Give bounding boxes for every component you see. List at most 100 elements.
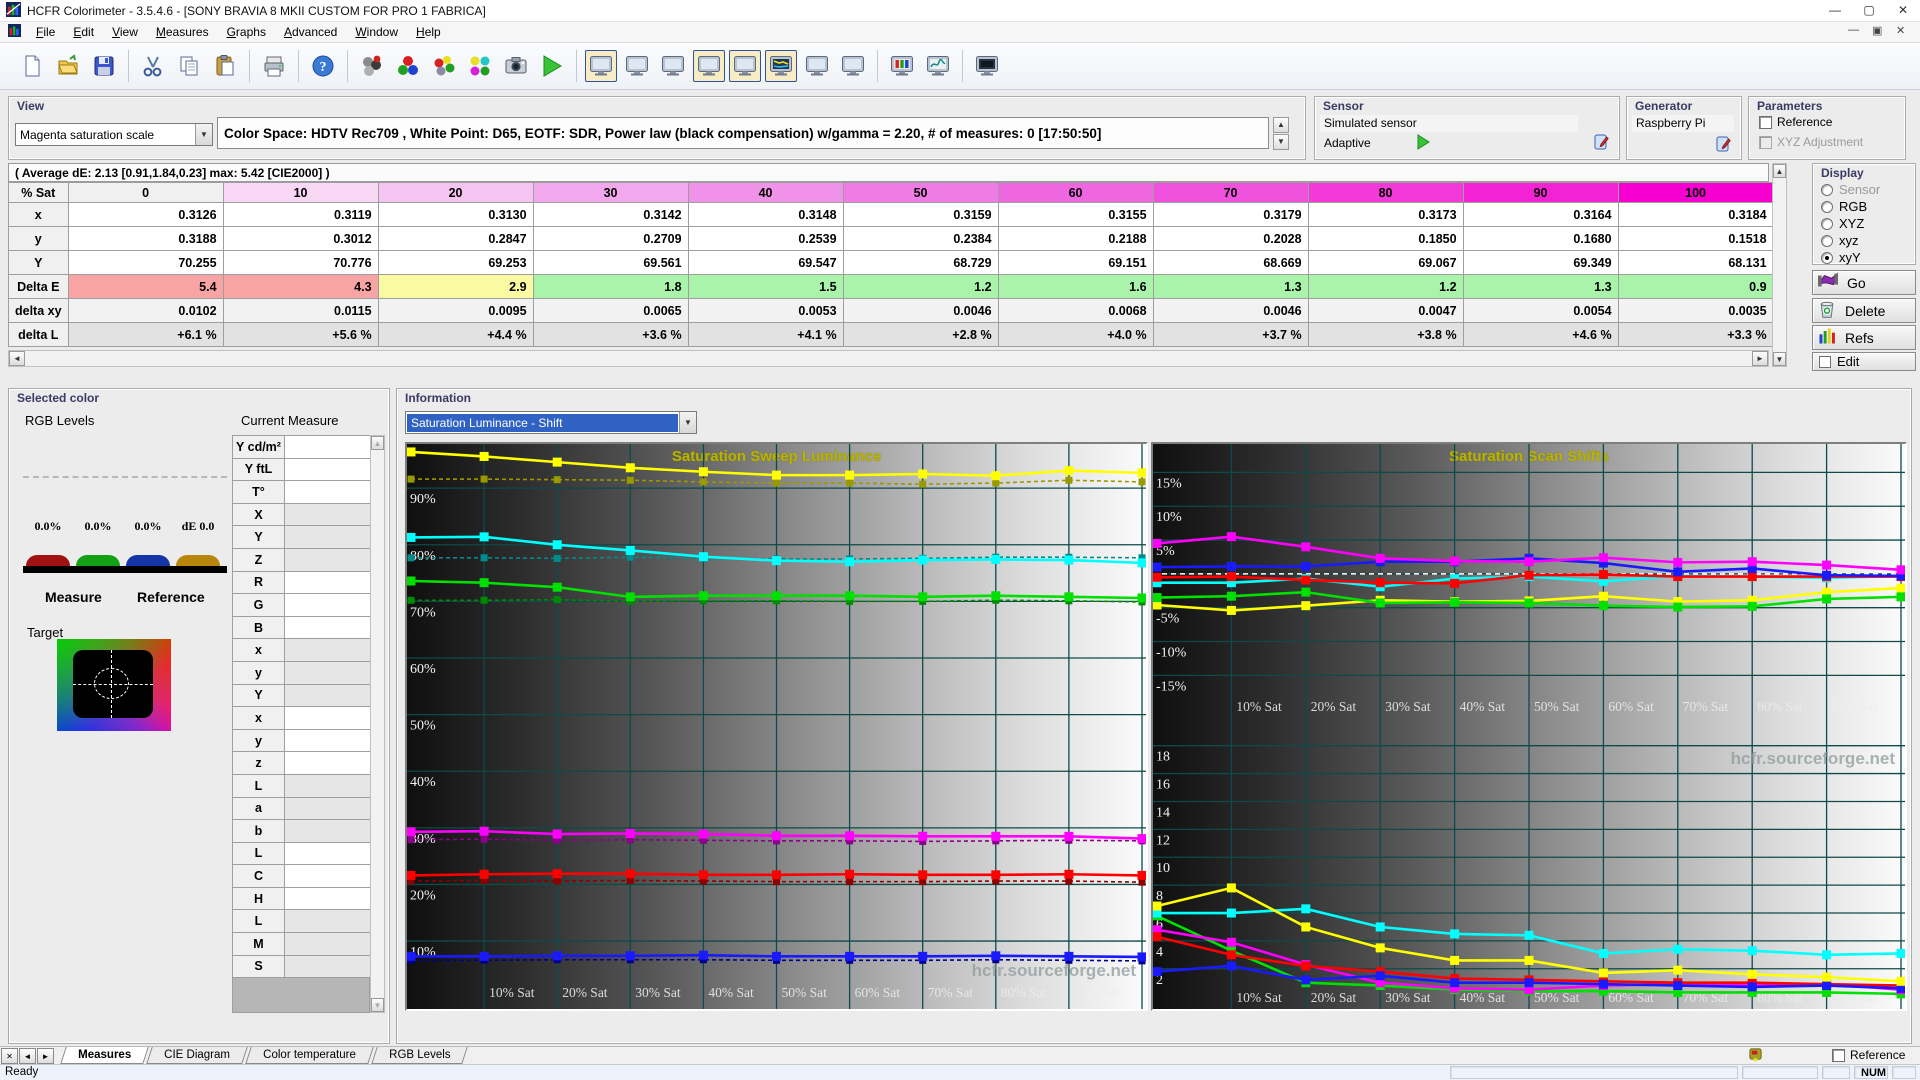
table-cell[interactable]: +2.8 % (842, 322, 999, 347)
tab-close-icon[interactable]: ✕ (1, 1048, 18, 1064)
table-cell[interactable]: 0.3184 (1617, 202, 1774, 227)
table-cell[interactable]: 69.547 (687, 250, 844, 275)
menu-view[interactable]: View (103, 23, 147, 41)
radio-icon[interactable] (1821, 251, 1833, 264)
measure-row-value[interactable] (284, 751, 371, 775)
table-cell[interactable]: 0.3126 (67, 202, 224, 227)
measure-row-value[interactable] (284, 841, 371, 866)
sat-column-header[interactable]: 20 (377, 182, 534, 203)
sat-column-header[interactable]: 40 (687, 182, 844, 203)
sat-column-header[interactable]: 0 (67, 182, 224, 203)
measure-row-value[interactable] (284, 819, 371, 843)
menu-edit[interactable]: Edit (64, 23, 103, 41)
display-radio-rgb[interactable]: RGB (1821, 199, 1915, 214)
measure-row-value[interactable] (284, 773, 371, 798)
table-cell[interactable]: 68.729 (842, 250, 999, 275)
table-cell[interactable]: 0.2847 (377, 226, 534, 251)
measure-row-value[interactable] (284, 570, 371, 595)
measure-row-value[interactable] (284, 796, 371, 821)
tab-cie-diagram[interactable]: CIE Diagram (146, 1047, 248, 1064)
table-cell[interactable]: 4.3 (222, 274, 379, 299)
spinner-down-icon[interactable]: ▼ (1273, 134, 1289, 150)
measure-scroll-down-icon[interactable]: ▼ (371, 998, 384, 1012)
sat-column-header[interactable]: 30 (532, 182, 689, 203)
table-cell[interactable]: 1.3 (1152, 274, 1309, 299)
table-cell[interactable]: 0.0115 (222, 298, 379, 323)
radio-icon[interactable] (1821, 217, 1833, 230)
measure-row-value[interactable] (284, 909, 371, 934)
go-button[interactable]: Go (1812, 270, 1916, 295)
tab-scroll-left-icon[interactable]: ◄ (19, 1048, 36, 1064)
menu-file[interactable]: File (27, 23, 64, 41)
measure-row-value[interactable] (284, 954, 371, 979)
print-icon[interactable] (258, 50, 290, 82)
measure-row-value[interactable] (284, 502, 371, 527)
edit-checkbox[interactable]: Edit (1812, 352, 1916, 371)
table-cell[interactable]: 0.3148 (687, 202, 844, 227)
measure-row-value[interactable] (284, 683, 371, 708)
table-cell[interactable]: 69.151 (997, 250, 1154, 275)
scroll-right-icon[interactable]: ► (1752, 351, 1768, 366)
mdi-close-icon[interactable]: ✕ (1896, 24, 1905, 37)
rgb-balls-icon[interactable] (392, 50, 424, 82)
copy-icon[interactable] (173, 50, 205, 82)
table-cell[interactable]: 0.3119 (222, 202, 379, 227)
table-cell[interactable]: 70.776 (222, 250, 379, 275)
measure-row-value[interactable] (284, 480, 371, 504)
table-cell[interactable]: +3.6 % (532, 322, 689, 347)
sensor-balls-icon[interactable] (356, 50, 388, 82)
table-cell[interactable]: +3.3 % (1617, 322, 1774, 347)
table-cell[interactable]: +4.6 % (1462, 322, 1619, 347)
menu-help[interactable]: Help (407, 23, 450, 41)
measure-row-value[interactable] (284, 593, 371, 617)
chevron-down-icon[interactable]: ▼ (679, 412, 696, 433)
table-cell[interactable]: 1.6 (997, 274, 1154, 299)
table-cell[interactable]: +4.0 % (997, 322, 1154, 347)
new-file-icon[interactable] (16, 50, 48, 82)
table-cell[interactable]: 0.3188 (67, 226, 224, 251)
table-cell[interactable]: 0.1680 (1462, 226, 1619, 251)
menu-measures[interactable]: Measures (147, 23, 218, 41)
measure-row-value[interactable] (284, 728, 371, 753)
edit-checkbox-box[interactable] (1819, 355, 1831, 368)
table-cell[interactable]: 0.3130 (377, 202, 534, 227)
view-full-icon[interactable] (971, 50, 1003, 82)
table-cell[interactable]: 0.0065 (532, 298, 689, 323)
information-select[interactable]: Saturation Luminance - Shift ▼ (405, 411, 697, 434)
table-cell[interactable]: 0.3164 (1462, 202, 1619, 227)
scale-select[interactable]: Magenta saturation scale ▼ (15, 123, 213, 146)
view-near-white-icon[interactable] (729, 50, 761, 82)
measure-row-value[interactable] (284, 886, 371, 911)
table-cell[interactable]: 0.0102 (67, 298, 224, 323)
table-cell[interactable]: 0.0095 (377, 298, 534, 323)
table-cell[interactable]: +4.1 % (687, 322, 844, 347)
table-cell[interactable]: 0.0053 (687, 298, 844, 323)
view-grayscale-icon[interactable] (657, 50, 689, 82)
sat-column-header[interactable]: 50 (842, 182, 999, 203)
measure-row-value[interactable] (284, 932, 371, 956)
sensor-config-icon[interactable] (1593, 133, 1611, 154)
tab-measures[interactable]: Measures (60, 1047, 149, 1064)
table-cell[interactable]: 0.0068 (997, 298, 1154, 323)
table-cell[interactable]: 0.2384 (842, 226, 999, 251)
delete-button[interactable]: Delete (1812, 298, 1916, 323)
radio-icon[interactable] (1821, 200, 1833, 213)
table-h-scrollbar[interactable]: ◄ ► (8, 350, 1769, 367)
palette-balls-icon[interactable] (464, 50, 496, 82)
table-cell[interactable]: 5.4 (67, 274, 224, 299)
help-icon[interactable]: ? (307, 50, 339, 82)
generator-config-icon[interactable] (1715, 135, 1733, 156)
view-near-black-icon[interactable] (693, 50, 725, 82)
measure-v-scrollbar[interactable]: ▲ ▼ (370, 435, 385, 1013)
table-cell[interactable]: 2.9 (377, 274, 534, 299)
scroll-left-icon[interactable]: ◄ (9, 351, 25, 366)
sat-column-header[interactable]: 80 (1307, 182, 1464, 203)
radio-icon[interactable] (1821, 234, 1833, 247)
statusbar-reference-box[interactable] (1832, 1048, 1845, 1062)
sat-column-header[interactable]: 100 (1617, 182, 1774, 203)
sat-column-header[interactable]: 60 (997, 182, 1154, 203)
table-cell[interactable]: 0.2539 (687, 226, 844, 251)
table-cell[interactable]: 69.349 (1462, 250, 1619, 275)
sat-column-header[interactable]: 70 (1152, 182, 1309, 203)
table-cell[interactable]: 0.2188 (997, 226, 1154, 251)
